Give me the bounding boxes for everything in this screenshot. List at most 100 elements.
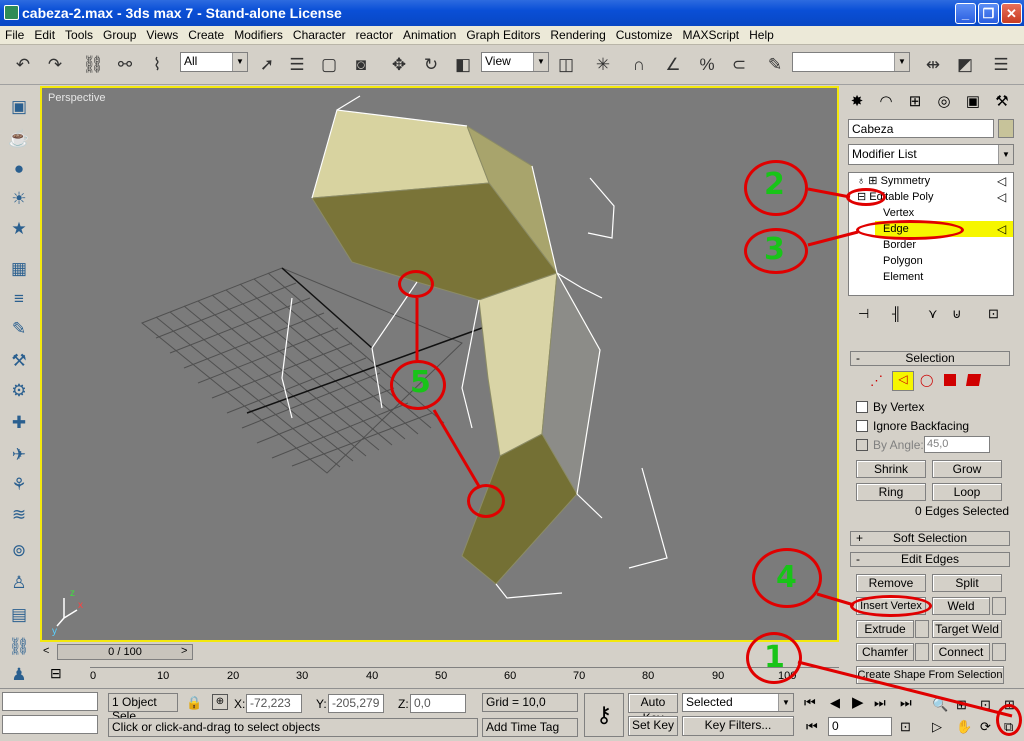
gear-icon[interactable]: ⚙: [6, 378, 32, 404]
perspective-viewport[interactable]: Perspective z x y: [40, 86, 839, 642]
rings-icon[interactable]: ⊚: [6, 538, 32, 564]
bird-icon[interactable]: ✈: [6, 442, 32, 468]
select-by-name-icon[interactable]: ☰: [284, 52, 310, 78]
named-selection-dropdown[interactable]: ▼: [792, 52, 910, 72]
menu-views[interactable]: Views: [141, 26, 183, 44]
move-icon[interactable]: ✥: [386, 52, 412, 78]
motion-tab-icon[interactable]: ◎: [931, 88, 957, 114]
layers-icon[interactable]: ≡: [6, 286, 32, 312]
pan-icon[interactable]: ✋: [956, 719, 972, 735]
weld-button[interactable]: Weld: [932, 597, 990, 615]
book-icon[interactable]: ▤: [6, 602, 32, 628]
element-mode-icon[interactable]: [965, 374, 982, 386]
stack-item-vertex[interactable]: Vertex: [883, 205, 1024, 221]
edge-mode-icon[interactable]: ◁: [892, 371, 914, 391]
grow-button[interactable]: Grow: [932, 460, 1002, 478]
spacewarp-icon[interactable]: ⚘: [6, 472, 32, 498]
key-mode-toggle-icon[interactable]: ⏮: [806, 719, 818, 735]
wrench-icon[interactable]: ⚒: [6, 348, 32, 374]
make-unique-icon[interactable]: ⋎: [928, 306, 938, 322]
utilities-tab-icon[interactable]: ⚒: [989, 88, 1015, 114]
add-time-tag-button[interactable]: Add Time Tag: [482, 718, 578, 737]
zoom-icon[interactable]: 🔍: [932, 697, 948, 713]
unlink-icon[interactable]: ⚯: [112, 52, 138, 78]
stack-item-polygon[interactable]: Polygon: [883, 253, 1024, 269]
pin-stack-icon[interactable]: ⊣: [858, 306, 869, 322]
configure-sets-icon[interactable]: ⊡: [988, 306, 999, 322]
sphere-icon[interactable]: ●: [6, 156, 32, 182]
selection-filter-dropdown[interactable]: All ▼: [180, 52, 248, 72]
weld-settings-button[interactable]: [992, 597, 1006, 615]
star-icon[interactable]: ★: [6, 216, 32, 242]
menu-rendering[interactable]: Rendering: [545, 26, 610, 44]
rect-selection-icon[interactable]: ▢: [316, 52, 342, 78]
angle-spinner[interactable]: 45,0: [924, 436, 990, 453]
edit-edges-rollout[interactable]: - Edit Edges: [850, 552, 1010, 567]
go-to-end-icon[interactable]: ⏭: [900, 695, 912, 711]
percent-snap-icon[interactable]: %: [694, 52, 720, 78]
maxscript-listener-field[interactable]: [2, 692, 98, 711]
maxscript-mini-field[interactable]: [2, 715, 98, 734]
menu-edit[interactable]: Edit: [29, 26, 60, 44]
hierarchy-tab-icon[interactable]: ⊞: [902, 88, 928, 114]
show-end-result-icon[interactable]: ╢: [892, 306, 901, 321]
go-to-start-icon[interactable]: ⏮: [804, 695, 816, 711]
split-button[interactable]: Split: [932, 574, 1002, 592]
z-coordinate[interactable]: 0,0: [410, 694, 466, 713]
bulb-icon[interactable]: ♁: [857, 175, 865, 187]
connect-settings-button[interactable]: [992, 643, 1006, 661]
by-angle-checkbox[interactable]: By Angle:: [856, 438, 924, 452]
menu-character[interactable]: Character: [288, 26, 351, 44]
by-vertex-checkbox[interactable]: By Vertex: [856, 400, 924, 414]
x-coordinate[interactable]: -72,223: [246, 694, 302, 713]
edit-named-selection-icon[interactable]: ✎: [762, 52, 788, 78]
chamfer-button[interactable]: Chamfer: [856, 643, 914, 661]
biped-icon[interactable]: ♙: [6, 570, 32, 596]
ignore-backfacing-checkbox[interactable]: Ignore Backfacing: [856, 419, 969, 433]
box-icon[interactable]: ▣: [6, 94, 32, 120]
loop-button[interactable]: Loop: [932, 483, 1002, 501]
bind-space-warp-icon[interactable]: ⌇: [144, 52, 170, 78]
y-coordinate[interactable]: -205,279: [328, 694, 384, 713]
stack-item-element[interactable]: Element: [883, 269, 1024, 285]
ring-button[interactable]: Ring: [856, 483, 926, 501]
minimize-button[interactable]: _: [955, 3, 976, 24]
track-bar[interactable]: ⊟ 0 10 20 30 40 50 60 70 80 90 100: [40, 661, 839, 687]
modify-tab-icon[interactable]: ◠: [873, 88, 899, 114]
connect-button[interactable]: Connect: [932, 643, 990, 661]
menu-customize[interactable]: Customize: [611, 26, 678, 44]
key-mode-dropdown[interactable]: Selected ▼: [682, 693, 794, 712]
stack-item-symmetry[interactable]: ♁ ⊞ Symmetry: [857, 173, 1019, 189]
select-and-link-icon[interactable]: ⛓: [80, 52, 106, 78]
arc-rotate-icon[interactable]: ⟳: [980, 719, 991, 735]
menu-file[interactable]: File: [0, 26, 29, 44]
menu-animation[interactable]: Animation: [398, 26, 461, 44]
pencil-icon[interactable]: ✎: [6, 316, 32, 342]
menu-maxscript[interactable]: MAXScript: [677, 26, 744, 44]
lock-icon[interactable]: 🔒: [186, 695, 202, 711]
remove-button[interactable]: Remove: [856, 574, 926, 592]
zoom-all-icon[interactable]: ⊞: [956, 697, 967, 713]
polygon-mode-icon[interactable]: [944, 374, 956, 386]
wave-icon[interactable]: ≋: [6, 502, 32, 528]
zoom-extents-icon[interactable]: ⊡: [980, 697, 991, 713]
prev-frame-icon[interactable]: <: [43, 645, 49, 657]
menu-create[interactable]: Create: [183, 26, 229, 44]
teapot-icon[interactable]: ☕: [6, 126, 32, 152]
layer-manager-icon[interactable]: ☰: [988, 52, 1014, 78]
next-key-icon[interactable]: ⏭: [874, 695, 886, 711]
select-object-icon[interactable]: ➚: [254, 52, 280, 78]
auto-key-button[interactable]: Auto Key: [628, 693, 678, 725]
link-icon[interactable]: ⛓: [6, 634, 32, 660]
redo-icon[interactable]: ↷: [42, 52, 68, 78]
helper-icon[interactable]: ✚: [6, 410, 32, 436]
menu-reactor[interactable]: reactor: [351, 26, 398, 44]
set-key-button[interactable]: Set Key: [628, 716, 678, 736]
time-slider[interactable]: 0 / 100: [57, 644, 193, 660]
key-filters-button[interactable]: Key Filters...: [682, 716, 794, 736]
selection-rollout[interactable]: - Selection: [850, 351, 1010, 366]
mirror-icon[interactable]: ⇹: [920, 52, 946, 78]
pivot-center-icon[interactable]: ◫: [553, 52, 579, 78]
key-icon[interactable]: ⚷: [584, 693, 624, 737]
rotate-icon[interactable]: ↻: [418, 52, 444, 78]
